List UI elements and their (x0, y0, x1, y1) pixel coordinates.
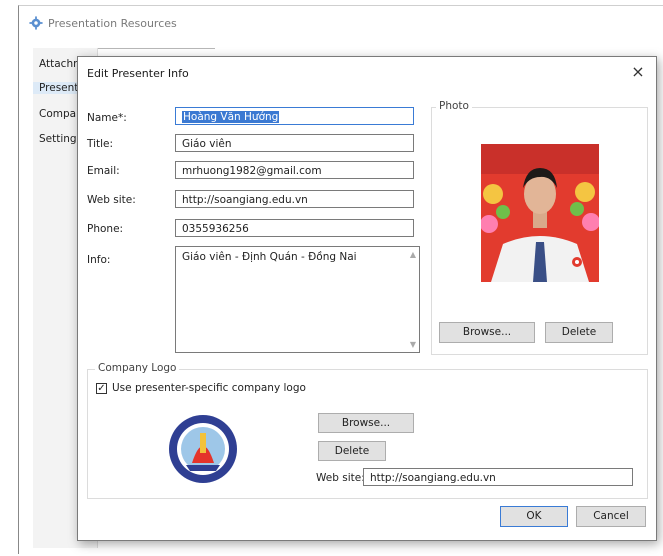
website-label: Web site: (87, 194, 136, 206)
gear-icon (29, 16, 43, 30)
info-value: Giáo viên - Định Quán - Đồng Nai (182, 251, 357, 263)
info-textarea[interactable]: Giáo viên - Định Quán - Đồng Nai ▲ ▼ (175, 246, 420, 353)
window-title: Presentation Resources (48, 16, 177, 30)
tab-company[interactable]: Compar (39, 108, 80, 120)
name-label: Name*: (87, 112, 127, 124)
use-company-logo-label[interactable]: Use presenter-specific company logo (112, 382, 306, 394)
dialog-title: Edit Presenter Info (87, 67, 189, 80)
checkbox-check-icon[interactable]: ✓ (96, 383, 107, 394)
tab-settings[interactable]: Settings (39, 133, 82, 145)
info-label: Info: (87, 254, 111, 266)
name-value: Hoàng Văn Hướng (182, 111, 280, 123)
scroll-down-icon[interactable]: ▼ (410, 340, 416, 349)
title-label: Title: (87, 138, 114, 150)
website-field[interactable]: http://soangiang.edu.vn (175, 190, 414, 208)
school-logo-seal (166, 411, 240, 487)
name-field[interactable]: Hoàng Văn Hướng (175, 107, 414, 125)
phone-field[interactable]: 0355936256 (175, 219, 414, 237)
email-field[interactable]: mrhuong1982@gmail.com (175, 161, 414, 179)
window-title-bar: Presentation Resources (29, 16, 177, 30)
logo-delete-button[interactable]: Delete (318, 441, 386, 461)
email-label: Email: (87, 165, 120, 177)
cancel-button[interactable]: Cancel (576, 506, 646, 527)
company-logo-group-label: Company Logo (95, 362, 180, 374)
ok-button[interactable]: OK (500, 506, 568, 527)
phone-label: Phone: (87, 223, 124, 235)
title-field[interactable]: Giáo viên (175, 134, 414, 152)
photo-browse-button[interactable]: Browse... (439, 322, 535, 343)
photo-group-label: Photo (436, 100, 472, 112)
photo-delete-button[interactable]: Delete (545, 322, 613, 343)
logo-website-label: Web site: (316, 472, 365, 484)
logo-website-field[interactable]: http://soangiang.edu.vn (363, 468, 633, 486)
close-icon[interactable]: × (627, 61, 649, 83)
logo-browse-button[interactable]: Browse... (318, 413, 414, 433)
presenter-photo (481, 144, 599, 282)
scroll-up-icon[interactable]: ▲ (410, 250, 416, 259)
edit-presenter-dialog: Edit Presenter Info × Name*: Hoàng Văn H… (77, 56, 657, 541)
